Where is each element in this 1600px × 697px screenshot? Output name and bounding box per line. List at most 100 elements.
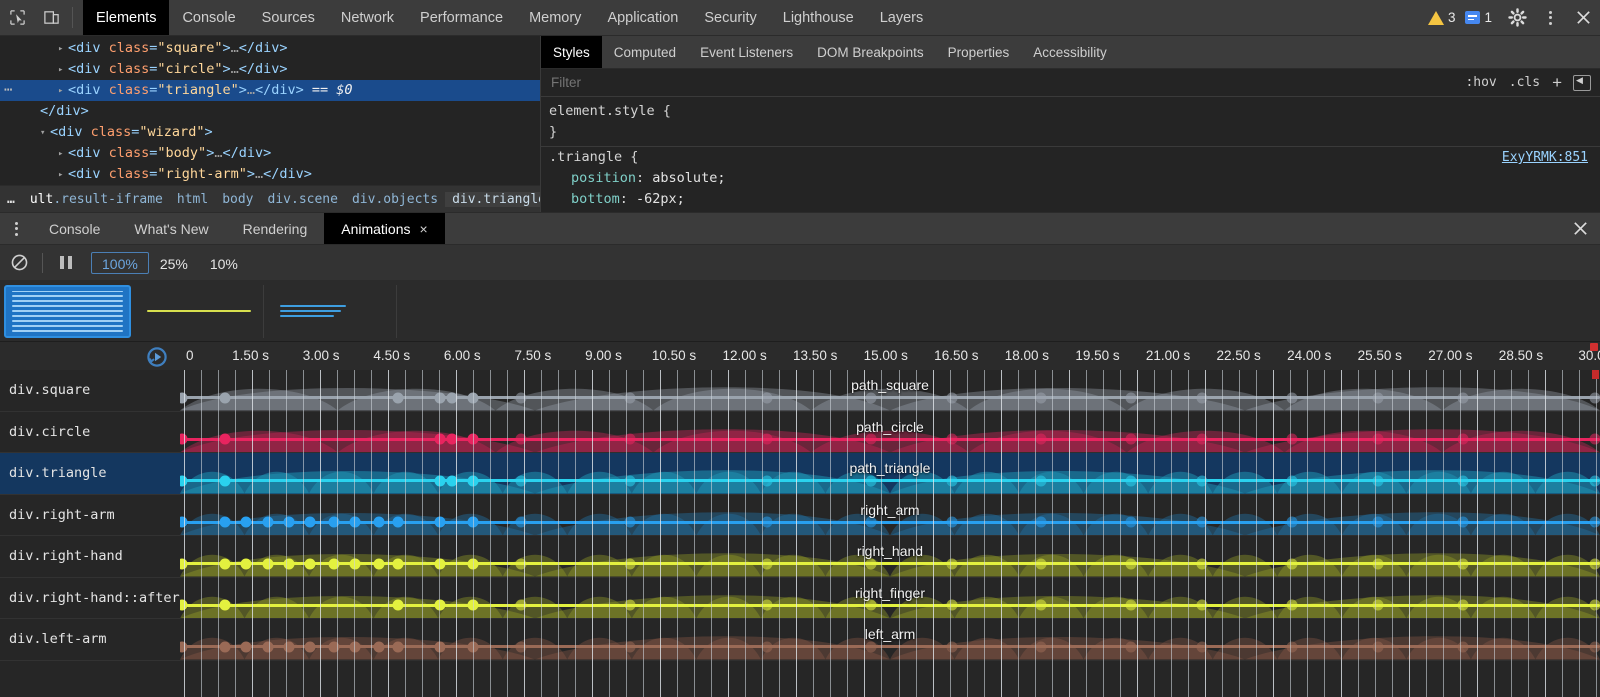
keyframe-marker[interactable] [435,600,446,611]
keyframe-marker[interactable] [328,517,339,528]
animation-row-label[interactable]: div.right-hand [0,536,180,578]
keyframe-marker[interactable] [219,392,230,403]
dom-node-line[interactable]: ▸<div class="square">…</div> [0,38,540,59]
toggle-sidebar-button[interactable] [1573,75,1591,91]
styles-tab-accessibility[interactable]: Accessibility [1021,36,1119,68]
keyframe-marker[interactable] [1126,600,1137,611]
clear-all-icon[interactable] [0,253,38,272]
close-icon[interactable]: × [420,221,428,237]
keyframe-marker[interactable] [468,517,479,528]
triangle-rule-selector[interactable]: .triangle { [549,149,638,165]
tab-security[interactable]: Security [691,0,769,35]
drawer-tab-console[interactable]: Console [32,213,117,244]
keyframe-marker[interactable] [392,641,403,652]
keyframe-marker[interactable] [305,641,316,652]
keyframe-marker[interactable] [946,558,957,569]
keyframe-marker[interactable] [1287,475,1298,486]
expand-arrow-icon[interactable]: ▸ [58,144,68,165]
keyframe-marker[interactable] [515,641,526,652]
keyframe-marker[interactable] [350,517,361,528]
keyframe-marker[interactable] [328,558,339,569]
styles-tab-event-listeners[interactable]: Event Listeners [688,36,805,68]
keyframe-marker[interactable] [305,558,316,569]
keyframe-marker[interactable] [262,641,273,652]
keyframe-marker[interactable] [515,517,526,528]
styles-tab-dom-breakpoints[interactable]: DOM Breakpoints [805,36,936,68]
keyframe-marker[interactable] [1036,517,1047,528]
dom-node-line[interactable]: ▸<div class="body">…</div> [0,143,540,164]
keyframe-marker[interactable] [1126,475,1137,486]
tab-application[interactable]: Application [594,0,691,35]
keyframe-marker[interactable] [1197,517,1208,528]
keyframe-marker[interactable] [1197,392,1208,403]
keyframe-marker[interactable] [262,558,273,569]
keyframe-marker[interactable] [1372,600,1383,611]
keyframe-marker[interactable] [392,517,403,528]
keyframe-marker[interactable] [515,558,526,569]
keyframe-marker[interactable] [1287,600,1298,611]
keyframe-marker[interactable] [468,641,479,652]
keyframe-marker[interactable] [515,392,526,403]
animation-track[interactable]: path_square [180,370,1600,412]
keyframe-marker[interactable] [866,517,877,528]
keyframe-marker[interactable] [1457,558,1468,569]
keyframe-marker[interactable] [946,641,957,652]
keyframe-marker[interactable] [1036,434,1047,445]
animation-track[interactable]: right_arm [180,495,1600,537]
playback-speed-25[interactable]: 25% [149,252,199,274]
keyframe-marker[interactable] [373,558,384,569]
keyframe-marker[interactable] [946,517,957,528]
keyframe-marker[interactable] [515,600,526,611]
keyframe-marker[interactable] [866,475,877,486]
keyframe-marker[interactable] [468,558,479,569]
animation-row-label[interactable]: div.right-arm [0,495,180,537]
css-property[interactable]: bottom [571,191,620,207]
keyframe-marker[interactable] [761,600,772,611]
keyframe-marker[interactable] [624,517,635,528]
keyframe-marker[interactable] [468,392,479,403]
breadcrumb-item[interactable]: … [0,192,23,207]
keyframe-marker[interactable] [1590,641,1600,652]
drawer-menu-icon[interactable] [0,213,32,244]
keyframe-marker[interactable] [241,641,252,652]
keyframe-marker[interactable] [447,434,458,445]
drawer-tab-what-s-new[interactable]: What's New [117,213,225,244]
keyframe-marker[interactable] [1590,600,1600,611]
css-property[interactable]: position [571,170,636,186]
keyframe-marker[interactable] [241,517,252,528]
keyframe-marker[interactable] [283,641,294,652]
keyframe-marker[interactable] [447,392,458,403]
css-value[interactable]: -62px; [636,191,685,207]
playback-speed-100[interactable]: 100% [91,252,149,274]
animation-group-card[interactable] [133,285,264,338]
keyframe-marker[interactable] [946,434,957,445]
keyframe-marker[interactable] [1126,641,1137,652]
keyframe-marker[interactable] [1287,558,1298,569]
keyframe-marker[interactable] [1287,392,1298,403]
animation-track[interactable]: right_hand [180,536,1600,578]
tab-layers[interactable]: Layers [867,0,937,35]
keyframe-marker[interactable] [1590,392,1600,403]
keyframe-marker[interactable] [624,475,635,486]
pause-icon[interactable] [47,256,85,269]
dom-node-line[interactable]: ▸<div class="circle">…</div> [0,59,540,80]
css-declaration[interactable]: position: absolute; [541,168,1600,189]
animation-track[interactable]: path_triangle [180,453,1600,495]
tab-elements[interactable]: Elements [83,0,169,35]
keyframe-marker[interactable] [350,641,361,652]
keyframe-marker[interactable] [761,475,772,486]
keyframe-marker[interactable] [515,434,526,445]
keyframe-marker[interactable] [1590,558,1600,569]
keyframe-marker[interactable] [1457,475,1468,486]
keyframe-marker[interactable] [866,558,877,569]
keyframe-marker[interactable] [1197,475,1208,486]
keyframe-marker[interactable] [392,558,403,569]
keyframe-marker[interactable] [241,558,252,569]
keyframe-marker[interactable] [219,558,230,569]
keyframe-marker[interactable] [219,517,230,528]
tab-lighthouse[interactable]: Lighthouse [770,0,867,35]
keyframe-marker[interactable] [219,600,230,611]
keyframe-marker[interactable] [1197,558,1208,569]
keyframe-marker[interactable] [1457,600,1468,611]
keyframe-marker[interactable] [1372,558,1383,569]
